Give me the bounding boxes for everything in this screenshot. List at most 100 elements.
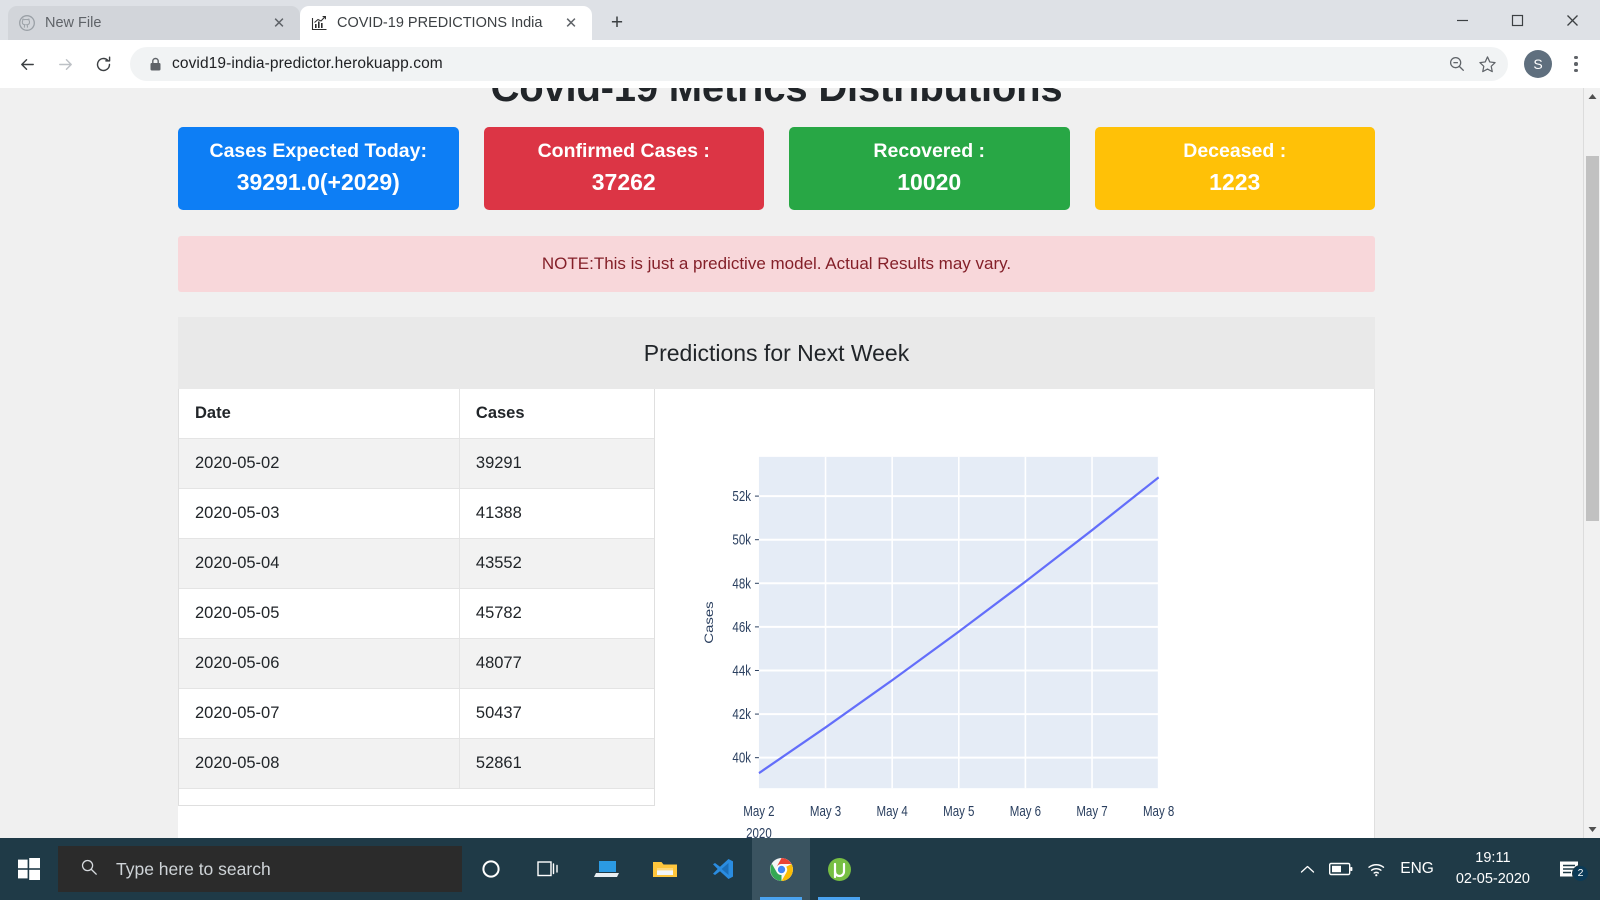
tab-title: COVID-19 PREDICTIONS India [337, 15, 543, 31]
utorrent-icon[interactable] [810, 838, 868, 900]
cell-date: 2020-05-02 [179, 438, 460, 489]
x-tick-sublabel: 2020 [746, 825, 772, 838]
chart-icon [310, 14, 328, 32]
browser-tab-new-file[interactable]: New File ✕ [8, 6, 300, 40]
wifi-icon[interactable] [1367, 862, 1386, 877]
clock-time: 19:11 [1475, 849, 1511, 866]
language-indicator[interactable]: ENG [1400, 860, 1434, 878]
x-tick-label: May 4 [876, 803, 907, 820]
predictions-table-wrap: Date Cases 2020-05-02 39291 2020-05-03 413… [178, 388, 655, 806]
y-tick-label: 52k [732, 488, 751, 505]
notification-count-badge: 2 [1572, 864, 1589, 882]
browser-menu-button[interactable] [1562, 47, 1590, 81]
metric-value: 37262 [591, 169, 656, 196]
show-hidden-icons[interactable] [1300, 864, 1315, 875]
new-tab-button[interactable]: + [602, 8, 632, 38]
address-bar[interactable]: covid19-india-predictor.herokuapp.com [130, 47, 1508, 81]
metric-card-expected-today: Cases Expected Today: 39291.0(+2029) [178, 127, 459, 210]
chrome-icon[interactable] [752, 838, 810, 900]
github-icon [18, 14, 36, 32]
y-tick-label: 44k [732, 662, 751, 679]
cell-cases: 39291 [459, 438, 654, 489]
metric-value: 1223 [1209, 169, 1261, 196]
start-button[interactable] [0, 838, 58, 900]
forward-button[interactable] [48, 47, 82, 81]
column-header-cases: Cases [459, 388, 654, 439]
page-content: Covid-19 Metrics Distributions Cases Exp… [0, 88, 1553, 838]
metric-card-confirmed: Confirmed Cases : 37262 [483, 127, 764, 210]
cell-cases: 45782 [459, 588, 654, 639]
lock-icon [144, 57, 166, 72]
x-tick-label: May 5 [943, 803, 974, 820]
zoom-out-icon[interactable] [1442, 49, 1472, 79]
cortana-icon[interactable] [462, 838, 520, 900]
windows-taskbar: Type here to search ENG 19:11 02-05-2020… [0, 838, 1600, 900]
system-tray: ENG 19:11 02-05-2020 2 [1300, 848, 1600, 890]
y-tick-label: 40k [732, 749, 751, 766]
y-tick-label: 42k [732, 706, 751, 723]
cell-date: 2020-05-03 [179, 488, 460, 539]
url-text: covid19-india-predictor.herokuapp.com [172, 55, 443, 72]
scroll-up-icon[interactable] [1584, 88, 1600, 105]
cell-cases: 41388 [459, 488, 654, 539]
panel-body: Date Cases 2020-05-02 39291 2020-05-03 413… [178, 388, 1375, 838]
table-row: 2020-05-03 41388 [179, 488, 654, 539]
clock[interactable]: 19:11 02-05-2020 [1448, 848, 1538, 890]
cell-cases: 43552 [459, 538, 654, 589]
minimize-button[interactable] [1435, 0, 1490, 40]
x-tick-label: May 7 [1076, 803, 1107, 820]
cell-date: 2020-05-04 [179, 538, 460, 589]
metric-card-deceased: Deceased : 1223 [1094, 127, 1375, 210]
reload-button[interactable] [86, 47, 120, 81]
back-button[interactable] [10, 47, 44, 81]
metric-label: Recovered : [873, 140, 986, 162]
cell-date: 2020-05-07 [179, 688, 460, 739]
notifications-button[interactable]: 2 [1552, 860, 1589, 882]
metric-card-recovered: Recovered : 10020 [789, 127, 1070, 210]
predictions-chart[interactable]: 40k 42k 44k 46k 48k 50k 52k May 2 2020 May 3 May 4… [689, 388, 1375, 838]
maximize-button[interactable] [1490, 0, 1545, 40]
close-icon[interactable]: ✕ [560, 12, 582, 34]
table-row: 2020-05-06 48077 [179, 638, 654, 689]
scrollbar-thumb[interactable] [1586, 156, 1599, 521]
task-view-icon[interactable] [520, 838, 578, 900]
table-footer-spacer [179, 788, 654, 805]
search-placeholder: Type here to search [116, 858, 271, 879]
close-window-button[interactable] [1545, 0, 1600, 40]
x-tick-label: May 8 [1143, 803, 1174, 820]
window-controls [1435, 0, 1600, 40]
clock-date: 02-05-2020 [1455, 871, 1530, 887]
star-icon[interactable] [1472, 49, 1502, 79]
cell-cases: 52861 [459, 738, 654, 789]
tab-title: New File [45, 15, 102, 31]
cell-date: 2020-05-05 [179, 588, 460, 639]
panel-title: Predictions for Next Week [178, 316, 1375, 389]
scroll-down-icon[interactable] [1584, 821, 1600, 838]
cell-date: 2020-05-06 [179, 638, 460, 689]
table-row: 2020-05-02 39291 [179, 438, 654, 489]
x-tick-label: May 3 [810, 803, 841, 820]
tab-strip: New File ✕ COVID-19 PREDICTIONS India ✕ … [0, 0, 1600, 40]
browser-toolbar: covid19-india-predictor.herokuapp.com S [0, 40, 1600, 88]
vscode-icon[interactable] [694, 838, 752, 900]
remote-desktop-icon[interactable] [578, 838, 636, 900]
predictions-panel: Predictions for Next Week Date Cases 202… [178, 316, 1375, 838]
browser-tab-covid-predictions[interactable]: COVID-19 PREDICTIONS India ✕ [300, 6, 592, 40]
file-explorer-icon[interactable] [636, 838, 694, 900]
metric-cards: Cases Expected Today: 39291.0(+2029) Con… [0, 127, 1553, 210]
close-icon[interactable]: ✕ [268, 12, 290, 34]
search-input[interactable]: Type here to search [58, 846, 462, 892]
table-body: 2020-05-02 39291 2020-05-03 41388 2020-05-… [179, 438, 654, 789]
page-scrollbar-vertical[interactable] [1583, 88, 1600, 838]
table-row: 2020-05-07 50437 [179, 688, 654, 739]
page-viewport: Covid-19 Metrics Distributions Cases Exp… [0, 88, 1600, 838]
battery-icon[interactable] [1329, 862, 1353, 876]
table-row: 2020-05-05 45782 [179, 588, 654, 639]
metric-value: 39291.0(+2029) [236, 169, 400, 196]
cell-date: 2020-05-08 [179, 738, 460, 789]
browser-window: New File ✕ COVID-19 PREDICTIONS India ✕ … [0, 0, 1600, 838]
metric-value: 10020 [897, 169, 962, 196]
table-row: 2020-05-04 43552 [179, 538, 654, 589]
note-banner: NOTE:This is just a predictive model. Ac… [178, 235, 1375, 292]
avatar[interactable]: S [1524, 50, 1552, 78]
